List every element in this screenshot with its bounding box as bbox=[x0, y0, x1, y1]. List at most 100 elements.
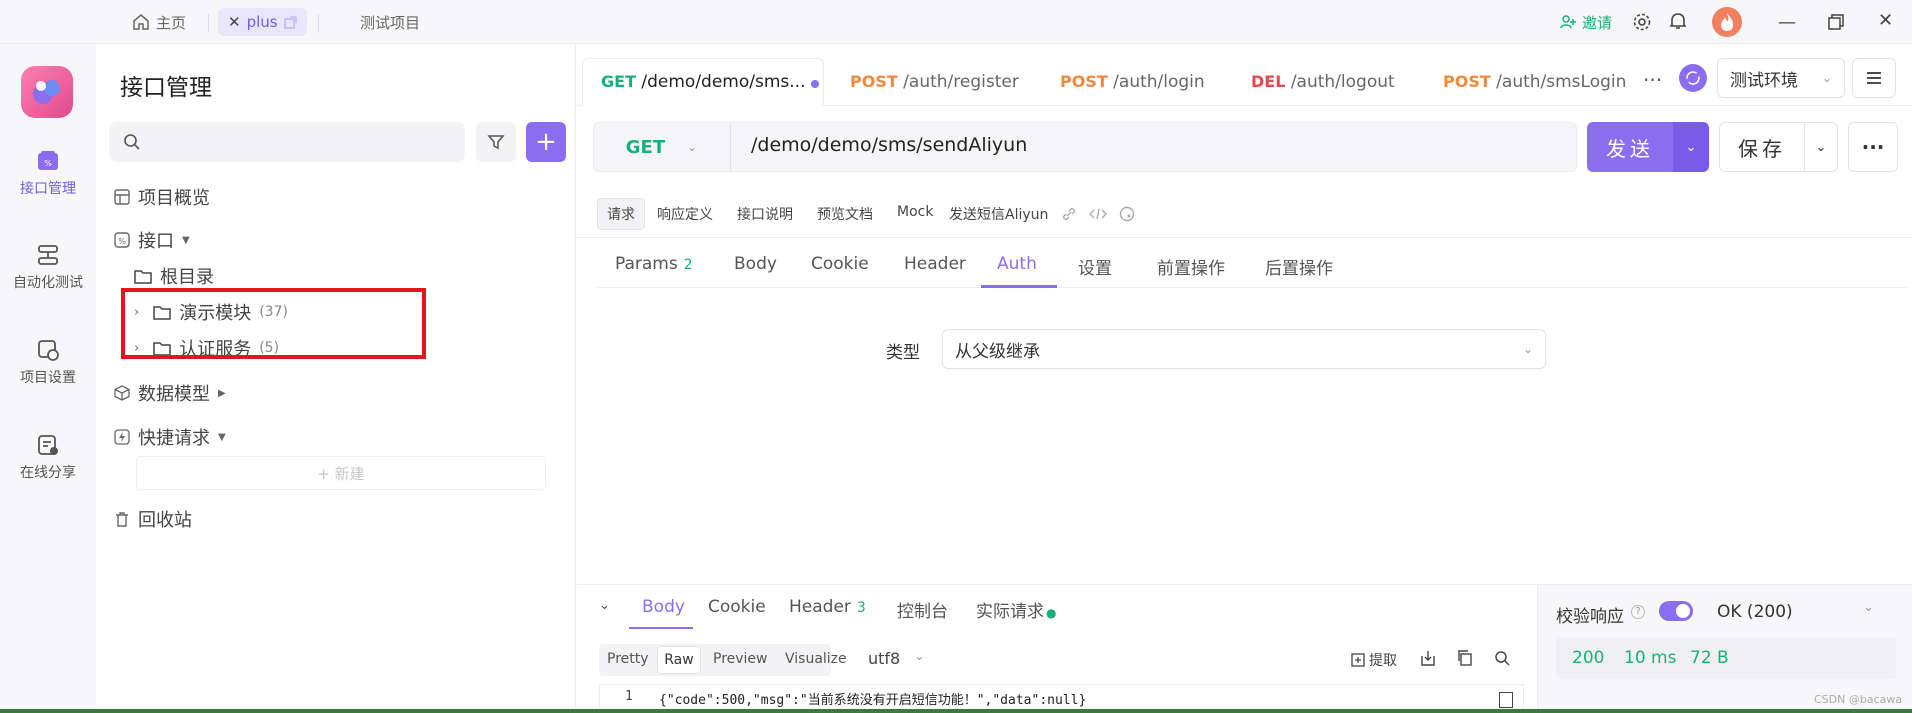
param-tab-header[interactable]: Header bbox=[904, 254, 966, 274]
save-button[interactable]: 保存 bbox=[1719, 122, 1805, 172]
invite-button[interactable]: 邀请 bbox=[1560, 8, 1612, 36]
param-tab-post-script[interactable]: 后置操作 bbox=[1265, 254, 1333, 279]
new-label: + 新建 bbox=[317, 464, 365, 483]
url-input[interactable]: /demo/demo/sms/sendAliyun bbox=[751, 134, 1027, 156]
path-label: /auth/logout bbox=[1290, 72, 1395, 92]
view-mode-raw[interactable]: Raw bbox=[657, 646, 701, 674]
request-tab-1[interactable]: GET /demo/demo/sms... bbox=[601, 72, 805, 92]
sub-tab-api-name[interactable]: 发送短信Aliyun bbox=[949, 204, 1048, 224]
validate-toggle[interactable] bbox=[1659, 601, 1693, 621]
copy-icon[interactable] bbox=[1457, 650, 1473, 666]
auth-type-label: 类型 bbox=[886, 343, 920, 363]
restore-icon[interactable] bbox=[1828, 14, 1844, 30]
new-quick-request-button[interactable]: + 新建 bbox=[136, 456, 546, 490]
sub-tab-preview[interactable]: 预览文档 bbox=[817, 204, 873, 224]
extract-button[interactable]: 提取 bbox=[1351, 650, 1397, 670]
sub-tab-api-doc[interactable]: 接口说明 bbox=[737, 204, 793, 224]
search-field[interactable] bbox=[149, 133, 449, 151]
automation-icon bbox=[38, 245, 58, 265]
auth-type-select[interactable]: 从父级继承 ⌄ bbox=[942, 329, 1546, 369]
sub-tab-request[interactable]: 请求 bbox=[607, 204, 635, 224]
home-tab[interactable]: 主页 bbox=[132, 8, 186, 36]
status-code: 200 bbox=[1572, 648, 1605, 668]
scrollbar-thumb[interactable] bbox=[1499, 692, 1513, 708]
response-tab-underline bbox=[629, 627, 693, 629]
param-tab-params[interactable]: Params 2 bbox=[615, 254, 693, 274]
close-window-icon[interactable]: ✕ bbox=[1878, 10, 1893, 31]
response-tab-actual-request[interactable]: 实际请求 ● bbox=[976, 597, 1056, 622]
param-tab-divider bbox=[597, 287, 1907, 288]
nav-online-share[interactable]: 在线分享 bbox=[0, 434, 96, 482]
send-dropdown-button[interactable]: ⌄ bbox=[1673, 122, 1709, 172]
response-tab-header[interactable]: Header 3 bbox=[789, 597, 866, 617]
nav-automation-test[interactable]: 自动化测试 bbox=[0, 244, 96, 292]
response-tab-body[interactable]: Body bbox=[642, 597, 685, 617]
save-dropdown-button[interactable]: ⌄ bbox=[1804, 122, 1838, 172]
tab-label: 实际请求 bbox=[976, 602, 1044, 622]
menu-button[interactable] bbox=[1852, 58, 1896, 98]
plus-tab[interactable]: ✕ plus bbox=[218, 8, 307, 36]
trash-item[interactable]: 回收站 bbox=[114, 506, 192, 532]
request-tab-5[interactable]: POST /auth/smsLogin bbox=[1443, 72, 1626, 92]
request-tab-4[interactable]: DEL /auth/logout bbox=[1251, 72, 1395, 92]
auth-type-value: 从父级继承 bbox=[955, 341, 1040, 362]
chevron-down-icon[interactable]: ⌄ bbox=[1863, 600, 1874, 615]
view-mode-pretty[interactable]: Pretty bbox=[607, 651, 649, 667]
filter-button[interactable] bbox=[476, 122, 516, 162]
search-icon[interactable] bbox=[1494, 650, 1510, 666]
api-small-icon: % bbox=[114, 232, 130, 248]
download-icon[interactable] bbox=[1420, 650, 1436, 666]
path-label: /auth/smsLogin bbox=[1496, 72, 1627, 92]
param-tab-settings[interactable]: 设置 bbox=[1078, 254, 1112, 279]
env-select[interactable]: 测试环境 ⌄ bbox=[1717, 58, 1845, 98]
param-tab-auth[interactable]: Auth bbox=[997, 254, 1037, 274]
plus-icon: + bbox=[535, 127, 557, 157]
request-tab-2[interactable]: POST /auth/register bbox=[850, 72, 1019, 92]
data-model-item[interactable]: 数据模型 ▶ bbox=[114, 380, 226, 406]
status-select[interactable]: OK (200) bbox=[1717, 602, 1793, 622]
quick-request-item[interactable]: 快捷请求 ▼ bbox=[114, 424, 226, 450]
code-icon[interactable] bbox=[1089, 206, 1107, 222]
settings-icon bbox=[38, 340, 59, 361]
encoding-select[interactable]: utf8 ⌄ bbox=[868, 649, 924, 668]
caret-down-icon: ▼ bbox=[218, 431, 226, 443]
add-button[interactable]: + bbox=[526, 122, 566, 162]
svg-text:%: % bbox=[118, 237, 126, 246]
root-folder-item[interactable]: 根目录 bbox=[134, 263, 214, 289]
project-overview-item[interactable]: 项目概览 bbox=[114, 184, 210, 210]
nav-share-label: 在线分享 bbox=[20, 465, 76, 481]
quick-request-label: 快捷请求 bbox=[138, 428, 210, 449]
help-icon[interactable]: ? bbox=[1631, 605, 1645, 619]
param-tab-pre-script[interactable]: 前置操作 bbox=[1157, 254, 1225, 279]
nav-project-settings[interactable]: 项目设置 bbox=[0, 339, 96, 387]
sync-button[interactable] bbox=[1679, 64, 1707, 92]
more-actions-button[interactable]: ··· bbox=[1848, 122, 1898, 172]
collapse-chevron-icon[interactable]: ⌄ bbox=[599, 598, 610, 613]
nav-api-management[interactable]: % 接口管理 bbox=[0, 150, 96, 198]
view-mode-visualize[interactable]: Visualize bbox=[785, 651, 847, 667]
search-input[interactable] bbox=[109, 122, 465, 162]
encoding-value: utf8 bbox=[868, 649, 901, 668]
palette-icon[interactable] bbox=[1119, 206, 1135, 222]
avatar[interactable] bbox=[1712, 7, 1742, 37]
method-select[interactable]: GET ⌄ bbox=[593, 122, 731, 172]
response-tab-console[interactable]: 控制台 bbox=[897, 597, 948, 622]
link-icon[interactable] bbox=[1061, 206, 1077, 222]
param-tab-body[interactable]: Body bbox=[734, 254, 777, 274]
send-button[interactable]: 发送 bbox=[1587, 122, 1673, 172]
close-icon[interactable]: ✕ bbox=[228, 13, 241, 31]
sub-tab-mock[interactable]: Mock bbox=[897, 204, 933, 220]
header-count-badge: 3 bbox=[856, 600, 866, 616]
sub-tab-response-def[interactable]: 响应定义 bbox=[657, 204, 713, 224]
request-tab-3[interactable]: POST /auth/login bbox=[1060, 72, 1205, 92]
tab-label: Header bbox=[789, 597, 851, 617]
project-tab[interactable]: 测试项目 bbox=[360, 8, 420, 36]
minimize-icon[interactable]: — bbox=[1778, 12, 1796, 33]
param-tab-cookie[interactable]: Cookie bbox=[811, 254, 869, 274]
response-tab-cookie[interactable]: Cookie bbox=[708, 597, 766, 617]
view-mode-preview[interactable]: Preview bbox=[713, 651, 768, 667]
more-tabs-button[interactable]: ··· bbox=[1643, 68, 1662, 92]
api-tree-item[interactable]: % 接口 ▼ bbox=[114, 227, 190, 253]
bell-icon[interactable] bbox=[1668, 11, 1688, 31]
gear-icon[interactable] bbox=[1632, 12, 1652, 32]
